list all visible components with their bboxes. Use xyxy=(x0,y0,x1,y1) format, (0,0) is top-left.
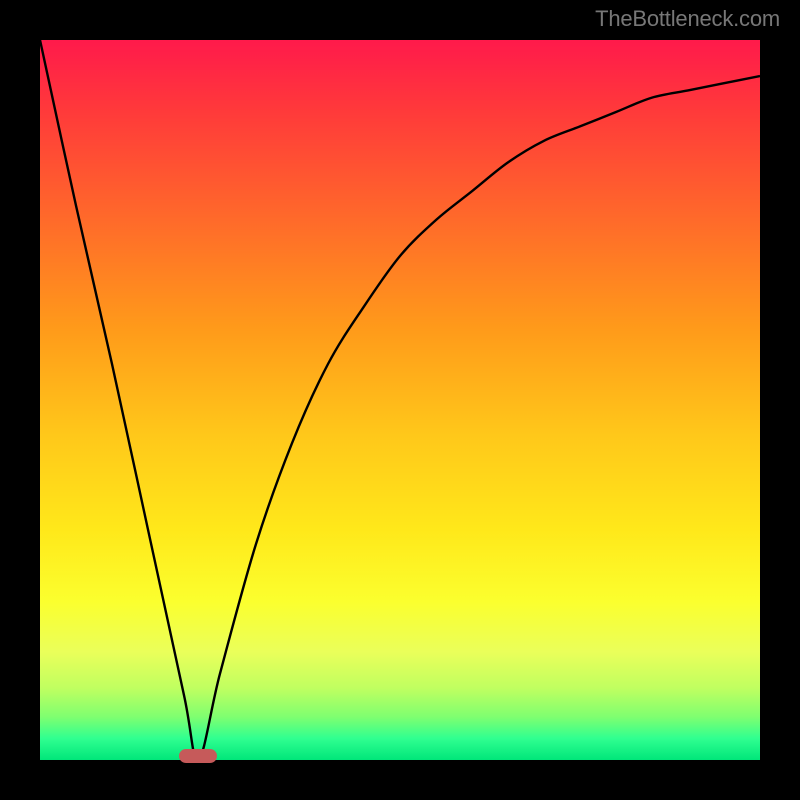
plot-area xyxy=(40,40,760,760)
watermark-label: TheBottleneck.com xyxy=(595,6,780,32)
bottleneck-curve xyxy=(40,40,760,760)
curve-container xyxy=(40,40,760,760)
chart-frame: TheBottleneck.com xyxy=(0,0,800,800)
optimal-marker xyxy=(179,749,217,763)
